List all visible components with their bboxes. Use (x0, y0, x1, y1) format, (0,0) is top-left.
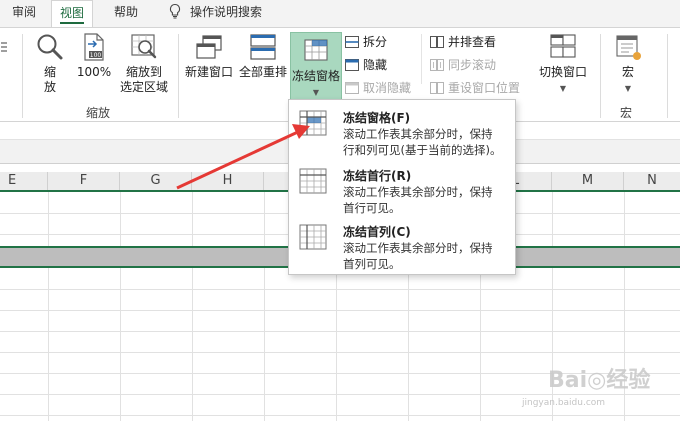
annotation-arrow (176, 124, 310, 190)
watermark-url: jingyan.baidu.com (522, 398, 606, 408)
watermark-logo: Bai◎经验 (548, 368, 651, 393)
